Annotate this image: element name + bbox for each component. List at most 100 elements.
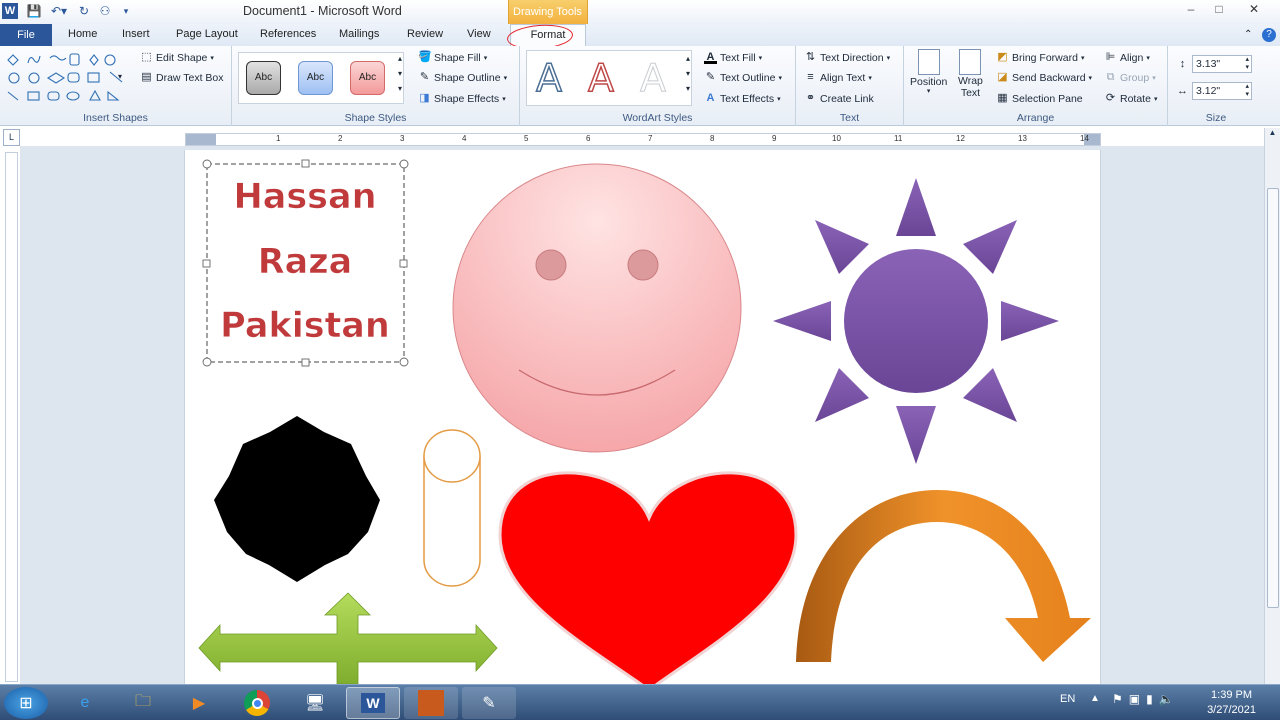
inpage-icon[interactable] (404, 687, 458, 719)
style-red[interactable]: Abc (350, 61, 385, 95)
repeat-icon[interactable]: ↻ (76, 3, 92, 19)
cylinder-shape[interactable] (423, 429, 481, 587)
width-icon: ↔ (1177, 84, 1188, 97)
heart-shape[interactable] (498, 471, 798, 684)
text-fill-button[interactable]: A Text Fill ▾ (704, 51, 762, 64)
insert-shapes-label: Insert Shapes (83, 112, 148, 124)
clock-time: 1:39 PM (1211, 689, 1253, 701)
height-spinner[interactable]: ▴ ▾ (1245, 56, 1249, 72)
position-button[interactable]: Position ▾ (910, 49, 947, 95)
text-group: ⇅ Text Direction ▾ ≡ Align Text ▾ ⚭ Create Li… (796, 46, 904, 126)
undo-icon[interactable]: ↶▾ (48, 3, 70, 19)
draw-text-box-button[interactable]: ▤ Draw Text Box (140, 71, 223, 84)
shapes-gallery[interactable] (6, 52, 134, 104)
shape-outline-button[interactable]: ✎ Shape Outline ▾ (418, 71, 507, 84)
word-logo-icon[interactable]: W (2, 3, 18, 19)
network-icon[interactable]: ⚇ (96, 3, 114, 19)
tray-icons[interactable]: ⚑▣▮🔈 (1112, 692, 1180, 706)
edit-shape-button[interactable]: ⬚ Edit Shape ▾ (140, 51, 214, 64)
tab-view[interactable]: View (467, 24, 491, 46)
wordart-styles-label: WordArt Styles (622, 112, 693, 124)
word-icon[interactable]: W (346, 687, 400, 719)
clock-date: 3/27/2021 (1207, 704, 1256, 716)
scroll-up-icon[interactable]: ▲ (1265, 128, 1280, 137)
height-input[interactable]: 3.13" ▴ ▾ (1192, 55, 1252, 73)
tab-selector-icon[interactable]: L (3, 129, 20, 146)
align-button[interactable]: ⊫ Align ▾ (1104, 51, 1150, 64)
shapes-more-icon[interactable]: ▾ (118, 72, 122, 81)
curved-arrow-shape[interactable] (796, 490, 1091, 662)
vertical-scrollbar[interactable]: ▲ (1264, 128, 1280, 684)
document-page[interactable]: Hassan Raza Pakistan (184, 150, 1101, 684)
group-button[interactable]: ⧉ Group ▾ (1104, 71, 1156, 84)
text-outline-button[interactable]: ✎ Text Outline ▾ (704, 71, 782, 84)
width-spinner[interactable]: ▴ ▾ (1245, 83, 1249, 99)
tab-references[interactable]: References (260, 24, 316, 46)
language-indicator[interactable]: EN (1060, 693, 1075, 705)
close-button[interactable]: ✕ (1236, 2, 1272, 16)
show-hidden-icons-icon[interactable]: ▲ (1090, 693, 1100, 704)
style-blue[interactable]: Abc (298, 61, 333, 95)
tab-insert[interactable]: Insert (122, 24, 150, 46)
quad-arrow-shape[interactable] (198, 592, 498, 684)
align-text-button[interactable]: ≡ Align Text ▾ (804, 71, 872, 84)
wrap-text-button[interactable]: Wrap Text (958, 49, 983, 99)
edit-shape-icon: ⬚ (141, 51, 152, 63)
style-gray[interactable]: Abc (246, 61, 281, 95)
ie-icon[interactable]: e (58, 687, 112, 719)
create-link-button[interactable]: ⚭ Create Link (804, 92, 874, 105)
textbox-content[interactable]: Hassan Raza Pakistan (220, 177, 390, 347)
horizontal-ruler[interactable]: 1 2 3 4 5 6 7 8 9 10 11 12 13 14 (185, 133, 1101, 146)
rotate-button[interactable]: ⟳ Rotate ▾ (1104, 92, 1158, 105)
align-icon: ⊫ (1105, 51, 1116, 63)
tab-home[interactable]: Home (68, 24, 97, 46)
ruler-number: 4 (462, 134, 467, 143)
window-title: Document1 - Microsoft Word (243, 4, 402, 18)
wordart-style-gray[interactable]: A (640, 58, 667, 99)
text-fill-icon: A (704, 51, 717, 64)
smiley-face-shape[interactable] (452, 163, 742, 453)
black-star-shape[interactable] (214, 416, 380, 582)
styles-scroll[interactable]: ▴ ▾ ▾ (398, 54, 402, 93)
sun-shape[interactable] (773, 178, 1059, 464)
minimize-button[interactable]: – (1178, 2, 1204, 16)
media-icon[interactable]: ▶ (172, 687, 226, 719)
textbox-line-3: Pakistan (220, 306, 390, 346)
bring-forward-icon: ◩ (997, 51, 1008, 63)
chrome-icon[interactable] (230, 687, 284, 719)
wordart-style-red[interactable]: A (587, 57, 615, 99)
explorer-icon[interactable]: 🗀 (116, 687, 170, 719)
start-icon[interactable]: ⊞ (4, 687, 48, 719)
scrollbar-thumb[interactable] (1267, 188, 1279, 608)
tab-file[interactable]: File (0, 24, 52, 46)
tab-review[interactable]: Review (407, 24, 443, 46)
wrap-text-icon (959, 49, 982, 75)
left-margin (186, 134, 216, 145)
vertical-ruler[interactable] (5, 152, 18, 682)
selection-pane-button[interactable]: ▦ Selection Pane (996, 92, 1082, 105)
remote-icon[interactable]: 🖥 (288, 687, 342, 719)
paint-icon[interactable]: ✎ (462, 687, 516, 719)
ruler-number: 14 (1080, 134, 1089, 143)
shape-effects-button[interactable]: ◨ Shape Effects ▾ (418, 92, 505, 105)
text-direction-button[interactable]: ⇅ Text Direction ▾ (804, 51, 890, 64)
tab-format[interactable]: Format (506, 22, 586, 52)
ruler-number: 6 (586, 134, 591, 143)
selection-pane-icon: ▦ (997, 92, 1008, 104)
customize-qat-icon[interactable]: ▾ (120, 3, 132, 19)
bring-forward-button[interactable]: ◩ Bring Forward ▾ (996, 51, 1084, 64)
clock[interactable]: 1:39 PM 3/27/2021 (1207, 688, 1256, 718)
wordart-style-blue[interactable]: A (535, 57, 563, 99)
shape-effects-icon: ◨ (419, 92, 430, 104)
shape-fill-button[interactable]: 🪣 Shape Fill ▾ (418, 51, 487, 64)
text-effects-button[interactable]: A Text Effects ▾ (704, 92, 781, 105)
tab-page-layout[interactable]: Page Layout (176, 24, 238, 46)
minimize-ribbon-icon[interactable]: ⌃ (1244, 24, 1252, 46)
tab-mailings[interactable]: Mailings (339, 24, 379, 46)
maximize-button[interactable]: □ (1206, 2, 1232, 16)
width-input[interactable]: 3.12" ▴ ▾ (1192, 82, 1252, 100)
save-icon[interactable]: 💾 (26, 3, 42, 19)
send-backward-button[interactable]: ◪ Send Backward ▾ (996, 71, 1092, 84)
wordart-scroll[interactable]: ▴ ▾ ▾ (686, 54, 690, 93)
help-icon[interactable]: ? (1262, 28, 1276, 42)
